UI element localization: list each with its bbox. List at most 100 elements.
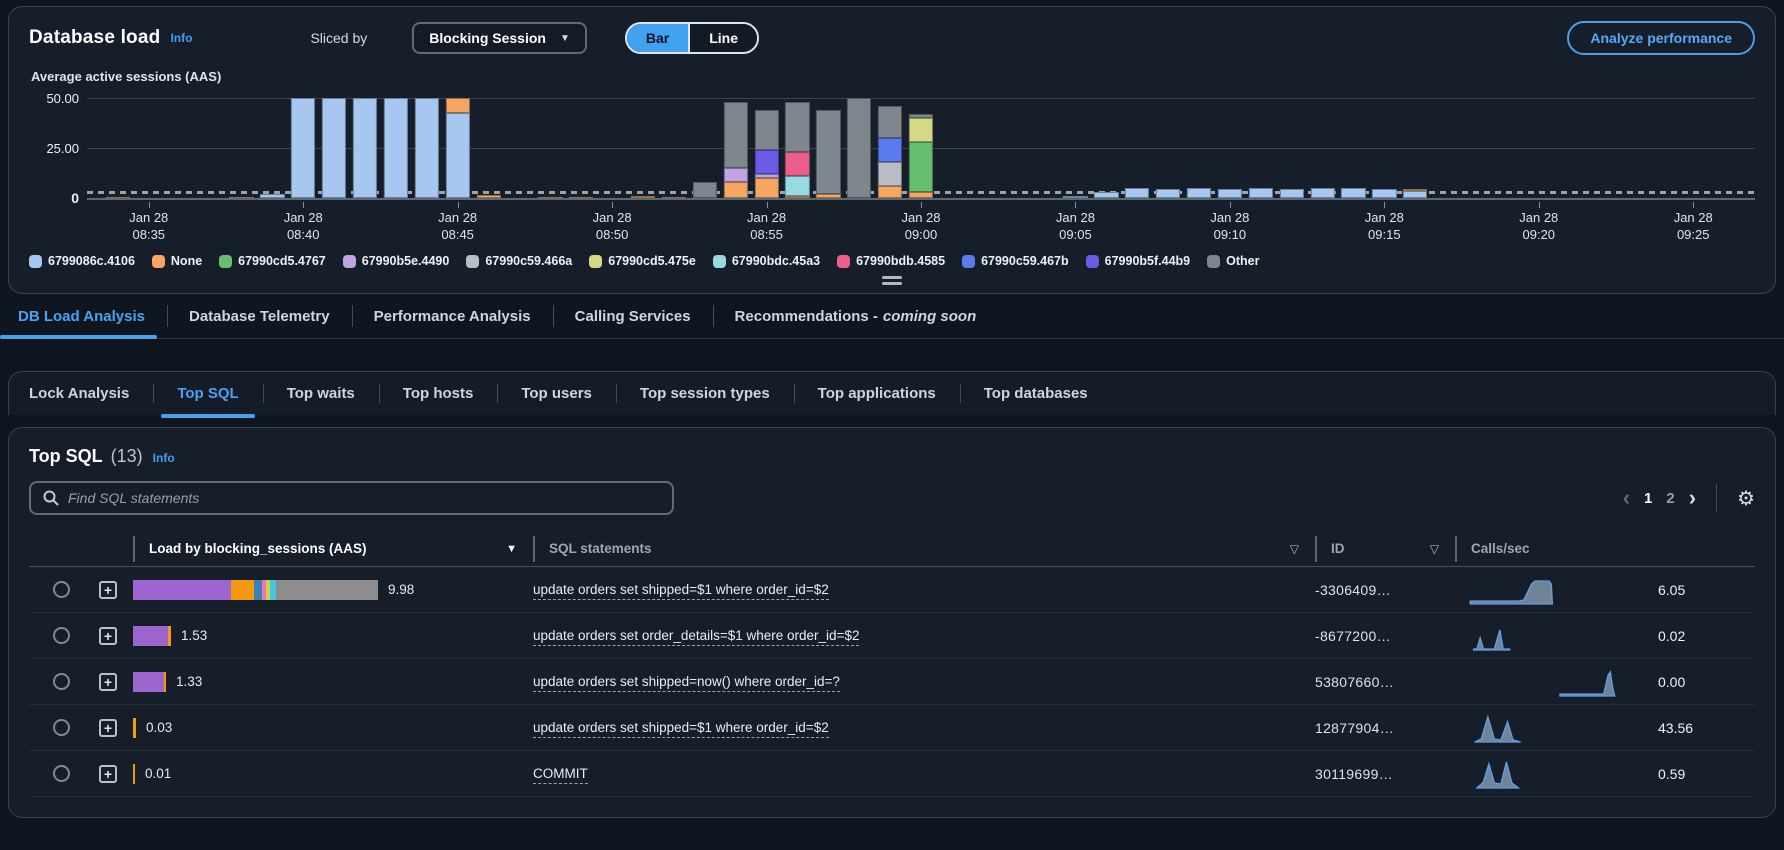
row-radio-button[interactable] xyxy=(53,627,70,644)
chart-bar[interactable] xyxy=(1218,98,1242,198)
toggle-bar-option[interactable]: Bar xyxy=(627,24,688,52)
chart-bar[interactable] xyxy=(1063,98,1087,198)
expand-row-button[interactable]: + xyxy=(99,627,117,645)
sql-statement-link[interactable]: update orders set order_details=$1 where… xyxy=(533,628,859,646)
legend-item[interactable]: 67990bdb.4585 xyxy=(837,254,945,268)
legend-item[interactable]: 67990c59.467b xyxy=(962,254,1069,268)
sort-desc-icon[interactable]: ▼ xyxy=(506,543,517,555)
x-tick-label: Jan 2808:40 xyxy=(284,210,323,244)
chart-bar[interactable] xyxy=(693,98,717,198)
legend-item[interactable]: None xyxy=(152,254,202,268)
chart-bar[interactable] xyxy=(260,98,284,198)
chart-bar[interactable] xyxy=(1280,98,1304,198)
calls-column-header[interactable]: Calls/sec xyxy=(1455,536,1755,562)
expand-row-button[interactable]: + xyxy=(99,765,117,783)
page-1-button[interactable]: 1 xyxy=(1644,490,1652,507)
filter-icon[interactable]: ▽ xyxy=(1430,542,1439,556)
chart-bar[interactable] xyxy=(847,98,871,198)
tab-calling-services[interactable]: Calling Services xyxy=(553,294,713,338)
chart-bar[interactable] xyxy=(415,98,439,198)
chart-bar[interactable] xyxy=(1094,98,1118,198)
search-row: ‹ 1 2 › ⚙ xyxy=(29,481,1755,515)
chart-bar[interactable] xyxy=(384,98,408,198)
chart-bar[interactable] xyxy=(785,98,809,198)
previous-page-button[interactable]: ‹ xyxy=(1623,487,1630,509)
subtab-top-databases[interactable]: Top databases xyxy=(960,372,1112,415)
chart-bar[interactable] xyxy=(1156,98,1180,198)
chart-bar[interactable] xyxy=(1372,98,1396,198)
expand-row-button[interactable]: + xyxy=(99,719,117,737)
chart-bar[interactable] xyxy=(1187,98,1211,198)
legend-item[interactable]: 67990bdc.45a3 xyxy=(713,254,820,268)
x-tick-mark xyxy=(1693,202,1694,208)
tab-performance-analysis[interactable]: Performance Analysis xyxy=(352,294,553,338)
row-radio-button[interactable] xyxy=(53,719,70,736)
row-radio-button[interactable] xyxy=(53,673,70,690)
next-page-button[interactable]: › xyxy=(1689,487,1696,509)
legend-swatch xyxy=(589,255,602,268)
legend-item[interactable]: 67990b5f.44b9 xyxy=(1086,254,1190,268)
id-column-header[interactable]: ID ▽ xyxy=(1315,536,1455,562)
chart-bar[interactable] xyxy=(538,98,562,198)
chart-bar[interactable] xyxy=(229,98,253,198)
subtab-lock-analysis[interactable]: Lock Analysis xyxy=(9,372,153,415)
chart-bar[interactable] xyxy=(476,98,500,198)
sql-statement-link[interactable]: update orders set shipped=$1 where order… xyxy=(533,720,829,738)
row-radio-button[interactable] xyxy=(53,581,70,598)
chart-bar[interactable] xyxy=(631,98,655,198)
top-sql-info-link[interactable]: Info xyxy=(153,451,175,465)
filter-icon[interactable]: ▽ xyxy=(1290,542,1299,556)
legend-item[interactable]: 67990cd5.4767 xyxy=(219,254,326,268)
legend-item[interactable]: 6799086c.4106 xyxy=(29,254,135,268)
page-2-button[interactable]: 2 xyxy=(1666,490,1674,507)
chart-bar[interactable] xyxy=(662,98,686,198)
subtab-top-applications[interactable]: Top applications xyxy=(794,372,960,415)
search-input[interactable] xyxy=(68,490,660,506)
resize-handle[interactable] xyxy=(882,276,902,285)
database-load-panel: Database load Info Sliced by Blocking Se… xyxy=(8,6,1776,294)
chart-bar[interactable] xyxy=(569,98,593,198)
row-radio-button[interactable] xyxy=(53,765,70,782)
sql-statement-link[interactable]: update orders set shipped=now() where or… xyxy=(533,674,840,692)
analyze-performance-button[interactable]: Analyze performance xyxy=(1567,21,1755,55)
sql-statement-link[interactable]: COMMIT xyxy=(533,766,588,784)
chart-bar-segment xyxy=(260,194,284,198)
chart-bar[interactable] xyxy=(1310,98,1334,198)
legend-item[interactable]: 67990cd5.475e xyxy=(589,254,696,268)
subtab-top-waits[interactable]: Top waits xyxy=(263,372,379,415)
legend-item[interactable]: Other xyxy=(1207,254,1259,268)
chart-bar[interactable] xyxy=(106,98,130,198)
chart-bar[interactable] xyxy=(446,98,470,198)
chart-bar[interactable] xyxy=(909,98,933,198)
tab-database-telemetry[interactable]: Database Telemetry xyxy=(167,294,352,338)
subtab-top-session-types[interactable]: Top session types xyxy=(616,372,794,415)
chart-bar[interactable] xyxy=(1403,98,1427,198)
gear-icon[interactable]: ⚙ xyxy=(1737,486,1755,511)
tab-recommendations[interactable]: Recommendations - coming soon xyxy=(713,294,999,338)
tab-db-load-analysis[interactable]: DB Load Analysis xyxy=(0,294,167,338)
chart-bar[interactable] xyxy=(353,98,377,198)
toggle-line-option[interactable]: Line xyxy=(688,24,757,52)
chart-bar[interactable] xyxy=(816,98,840,198)
chart-bar[interactable] xyxy=(754,98,778,198)
sql-column-header[interactable]: SQL statements ▽ xyxy=(533,536,1315,562)
subtab-top-users[interactable]: Top users xyxy=(497,372,616,415)
sql-statement-link[interactable]: update orders set shipped=$1 where order… xyxy=(533,582,829,600)
load-column-header[interactable]: Load by blocking_sessions (AAS) ▼ xyxy=(133,536,533,562)
legend-swatch xyxy=(343,255,356,268)
chart-bar[interactable] xyxy=(1341,98,1365,198)
legend-item[interactable]: 67990c59.466a xyxy=(466,254,572,268)
expand-row-button[interactable]: + xyxy=(99,673,117,691)
legend-item[interactable]: 67990b5e.4490 xyxy=(343,254,450,268)
expand-row-button[interactable]: + xyxy=(99,581,117,599)
chart-bar[interactable] xyxy=(322,98,346,198)
subtab-top-sql[interactable]: Top SQL xyxy=(153,372,262,415)
chart-bar[interactable] xyxy=(878,98,902,198)
chart-bar[interactable] xyxy=(1249,98,1273,198)
chart-bar[interactable] xyxy=(1125,98,1149,198)
chart-bar[interactable] xyxy=(724,98,748,198)
subtab-top-hosts[interactable]: Top hosts xyxy=(379,372,498,415)
chart-bar[interactable] xyxy=(291,98,315,198)
slice-dropdown[interactable]: Blocking Session ▼ xyxy=(412,22,587,54)
database-load-info-link[interactable]: Info xyxy=(170,31,192,45)
